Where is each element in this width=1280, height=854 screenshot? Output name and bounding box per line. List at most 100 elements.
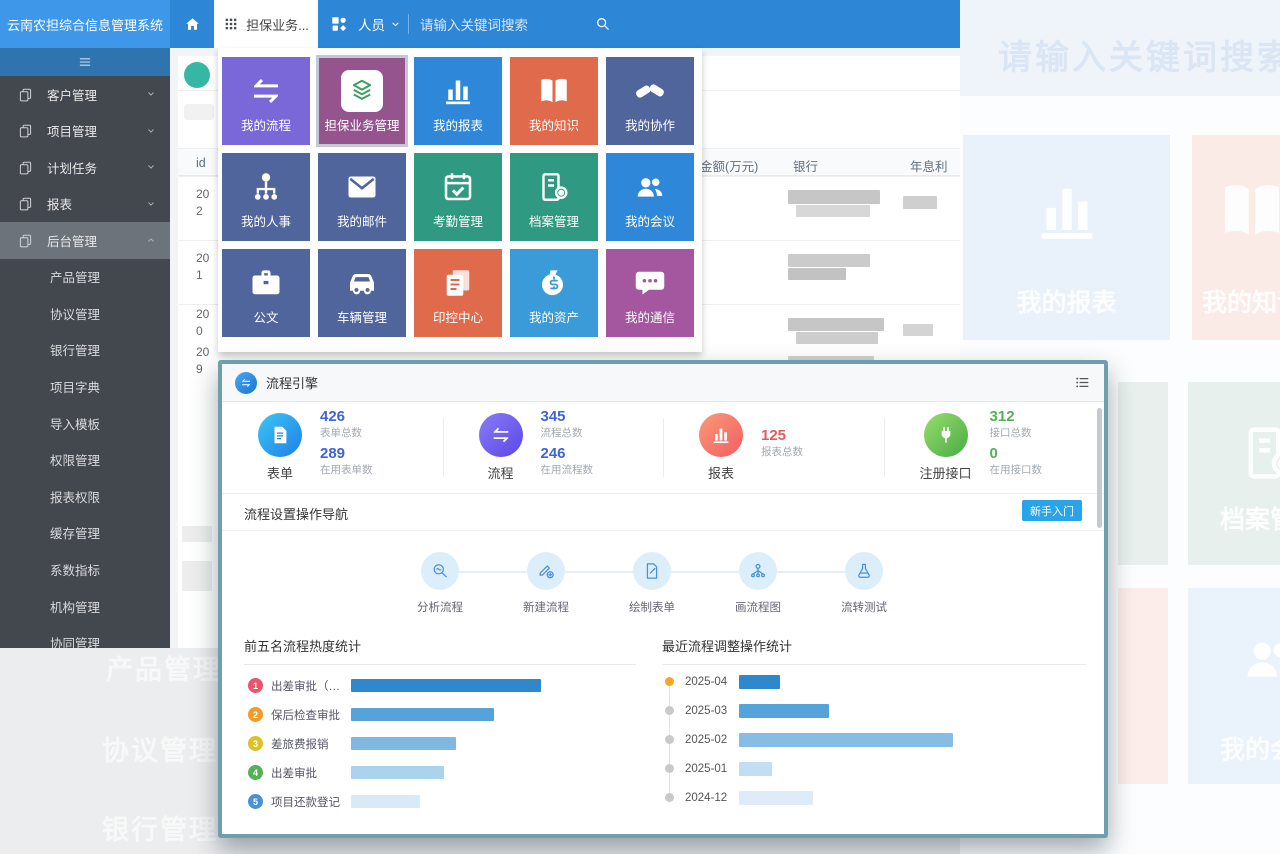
app-tile-我的邮件[interactable]: 我的邮件 xyxy=(318,153,406,241)
stat-value: 125 xyxy=(761,429,803,443)
copy-icon xyxy=(18,123,33,138)
app-tile-我的通信[interactable]: 我的通信 xyxy=(606,249,694,337)
sidebar-subitem-报表权限[interactable]: 报表权限 xyxy=(0,478,170,515)
barchart-icon xyxy=(1029,173,1105,249)
chevron-up-icon xyxy=(146,235,156,245)
flow-icon xyxy=(479,413,523,457)
ghost-tile-label: 我的报表 xyxy=(1016,283,1116,319)
timeline-row: 2025-01 xyxy=(662,754,1086,783)
app-tile-我的资产[interactable]: 我的资产 xyxy=(510,249,598,337)
sidebar-subitem-权限管理[interactable]: 权限管理 xyxy=(0,441,170,478)
stat-metric-label: 在用流程数 xyxy=(541,462,594,477)
heat-row: 3差旅费报销 xyxy=(244,729,636,758)
modal-menu-button[interactable] xyxy=(1074,374,1091,391)
active-tab-label: 担保业务... xyxy=(246,15,309,34)
ghost-app-tile: 我的报表 xyxy=(963,135,1170,340)
stat-identity: 注册接口 xyxy=(920,413,972,482)
home-button[interactable] xyxy=(170,0,214,48)
stat-group-流程: 流程345流程总数246在用流程数 xyxy=(443,402,664,493)
app-tile-label: 公文 xyxy=(222,307,310,326)
app-tile-我的知识[interactable]: 我的知识 xyxy=(510,57,598,145)
timeline-row-bar xyxy=(739,704,829,718)
user-menu[interactable]: 人员 xyxy=(358,0,401,48)
app-tile-label: 担保业务管理 xyxy=(318,115,406,134)
heat-row-label: 出差审批（记录... xyxy=(271,678,347,694)
app-tile-担保业务管理[interactable]: 担保业务管理 xyxy=(318,57,406,145)
sidebar-toggle-button[interactable] xyxy=(0,48,170,76)
mail-icon xyxy=(344,169,380,205)
stat-group-表单: 表单426表单总数289在用表单数 xyxy=(222,402,443,493)
sidebar-subitem-机构管理[interactable]: 机构管理 xyxy=(0,588,170,625)
rank-badge: 5 xyxy=(248,794,263,809)
guarantee-icon xyxy=(341,70,383,112)
stat-metric: 289在用表单数 xyxy=(320,447,373,477)
copy-icon xyxy=(18,233,33,248)
stat-group-报表: 报表125报表总数 xyxy=(663,402,884,493)
app-tile-我的协作[interactable]: 我的协作 xyxy=(606,57,694,145)
menu-icon xyxy=(78,55,92,69)
heat-row-bar xyxy=(351,766,444,779)
topbar: 云南农担综合信息管理系统 担保业务... 人员 请输入关键词搜索 xyxy=(0,0,960,48)
app-tile-我的流程[interactable]: 我的流程 xyxy=(222,57,310,145)
sidebar-subitem-导入模板[interactable]: 导入模板 xyxy=(0,405,170,442)
briefcase-icon xyxy=(248,265,284,301)
ghost-app-tile: 我的知识 xyxy=(1192,135,1280,340)
app-tile-档案管理[interactable]: 档案管理 xyxy=(510,153,598,241)
sidebar-item-后台管理[interactable]: 后台管理 xyxy=(0,222,170,259)
user-menu-label: 人员 xyxy=(358,14,385,34)
person-org-icon xyxy=(248,169,284,205)
heat-row: 5项目还款登记 xyxy=(244,787,636,816)
stat-group-注册接口: 注册接口312接口总数0在用接口数 xyxy=(884,402,1105,493)
sidebar-item-label: 后台管理 xyxy=(47,231,97,250)
apps-shortcut-button[interactable] xyxy=(330,15,348,33)
process-step-绘制表单[interactable]: 绘制表单 xyxy=(614,552,690,618)
app-tile-我的会议[interactable]: 我的会议 xyxy=(606,153,694,241)
sidebar-item-报表[interactable]: 报表 xyxy=(0,186,170,223)
tab-guarantee-business[interactable]: 担保业务... xyxy=(214,0,318,48)
stat-metrics: 345流程总数246在用流程数 xyxy=(541,410,594,477)
process-step-画流程图[interactable]: 画流程图 xyxy=(720,552,796,618)
process-step-新建流程[interactable]: 新建流程 xyxy=(508,552,584,618)
app-tile-公文[interactable]: 公文 xyxy=(222,249,310,337)
sidebar-subitem-协议管理[interactable]: 协议管理 xyxy=(0,295,170,332)
swap-icon xyxy=(240,377,252,389)
sidebar-subitem-银行管理[interactable]: 银行管理 xyxy=(0,332,170,369)
timeline-dot xyxy=(665,793,674,802)
heat-chart: 前五名流程热度统计 1出差审批（记录...2保后检查审批3差旅费报销4出差审批5… xyxy=(244,636,636,816)
app-tile-考勤管理[interactable]: 考勤管理 xyxy=(414,153,502,241)
ghost-menu-text: 协议管理 xyxy=(102,729,218,768)
divider xyxy=(408,14,409,34)
stat-value: 345 xyxy=(541,410,594,424)
heat-row-bar xyxy=(351,737,456,750)
sidebar-item-客户管理[interactable]: 客户管理 xyxy=(0,76,170,113)
sidebar-subitem-项目字典[interactable]: 项目字典 xyxy=(0,368,170,405)
app-tile-label: 档案管理 xyxy=(510,211,598,230)
stat-label: 注册接口 xyxy=(920,463,972,482)
app-tile-车辆管理[interactable]: 车辆管理 xyxy=(318,249,406,337)
car-icon xyxy=(344,265,380,301)
modal-scrollbar[interactable] xyxy=(1097,408,1102,528)
app-window: 请输入关键词搜索 我的报表我的知识档案管理我的会议 产品管理协议管理银行管理 i… xyxy=(0,0,1280,854)
archive-icon xyxy=(536,169,572,205)
sidebar-item-计划任务[interactable]: 计划任务 xyxy=(0,149,170,186)
app-tile-我的报表[interactable]: 我的报表 xyxy=(414,57,502,145)
search-button[interactable] xyxy=(594,15,611,32)
rank-badge: 1 xyxy=(248,678,263,693)
beginner-guide-button[interactable]: 新手入门 xyxy=(1022,500,1082,521)
list-icon xyxy=(1074,374,1091,391)
divider xyxy=(244,664,636,665)
sidebar-item-项目管理[interactable]: 项目管理 xyxy=(0,113,170,150)
divider xyxy=(443,418,444,477)
global-search-input[interactable]: 请输入关键词搜索 xyxy=(420,0,528,48)
process-step-流转测试[interactable]: 流转测试 xyxy=(826,552,902,618)
flask-icon xyxy=(845,552,883,590)
sidebar-subitem-协同管理[interactable]: 协同管理 xyxy=(0,624,170,648)
process-step-分析流程[interactable]: 分析流程 xyxy=(402,552,478,618)
timeline-row: 2025-04 xyxy=(662,667,1086,696)
app-tile-我的人事[interactable]: 我的人事 xyxy=(222,153,310,241)
sidebar-subitem-缓存管理[interactable]: 缓存管理 xyxy=(0,515,170,552)
app-tile-印控中心[interactable]: 印控中心 xyxy=(414,249,502,337)
sidebar-subitem-产品管理[interactable]: 产品管理 xyxy=(0,259,170,296)
ghost-app-tile xyxy=(1118,382,1168,565)
sidebar-subitem-系数指标[interactable]: 系数指标 xyxy=(0,551,170,588)
